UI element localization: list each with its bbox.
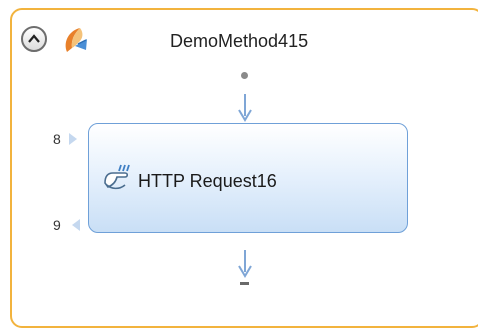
- flow-arrow-in-icon: [238, 94, 252, 122]
- output-port-label: 9: [53, 217, 61, 233]
- input-port-arrow-icon[interactable]: [68, 132, 78, 146]
- start-connector-dot: [241, 72, 248, 79]
- chevron-up-icon: [28, 34, 40, 43]
- output-port-arrow-icon[interactable]: [71, 218, 81, 232]
- collapse-button[interactable]: [21, 26, 47, 52]
- input-port-label: 8: [53, 131, 61, 147]
- end-terminator: [240, 282, 249, 285]
- method-icon: [65, 28, 87, 52]
- flow-arrow-out-icon: [238, 250, 252, 278]
- activity-label: HTTP Request16: [138, 171, 277, 191]
- http-request-hand-icon: [104, 164, 130, 190]
- http-request-activity[interactable]: HTTP Request16: [88, 123, 408, 233]
- method-title: DemoMethod415: [170, 31, 309, 51]
